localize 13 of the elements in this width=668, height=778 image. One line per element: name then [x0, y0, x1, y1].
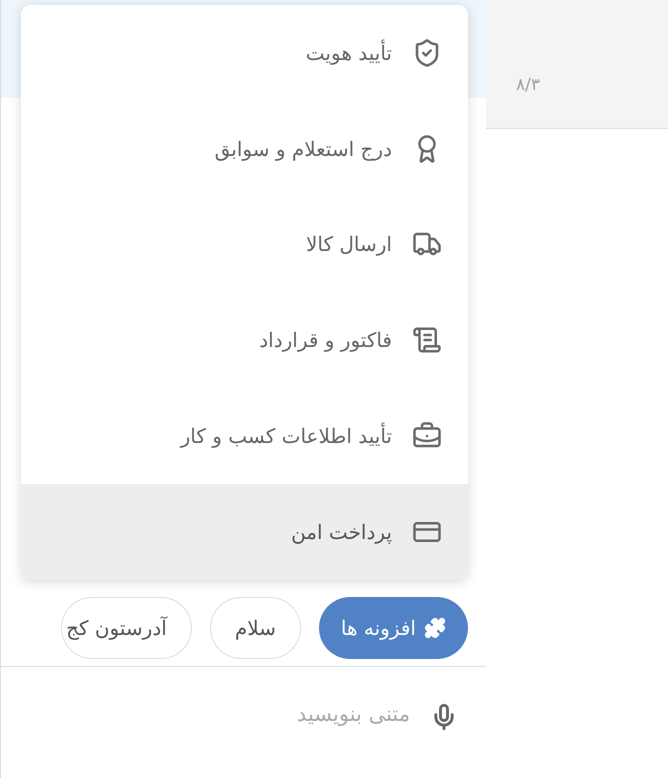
- plugins-button[interactable]: افزونه ها: [318, 597, 468, 659]
- puzzle-icon: [424, 617, 446, 639]
- message-time: ۸/۳: [516, 74, 540, 96]
- menu-item[interactable]: تأیید اطلاعات کسب و کار: [21, 388, 468, 484]
- suggestion-chip[interactable]: آدرستون کج: [61, 597, 192, 659]
- menu-item[interactable]: ارسال کالا: [21, 196, 468, 292]
- menu-item[interactable]: پرداخت امن: [21, 484, 468, 580]
- menu-item[interactable]: درج استعلام و سوابق: [21, 100, 468, 197]
- message-input[interactable]: متنی بنویسید: [110, 699, 410, 730]
- menu-item[interactable]: فاکتور و قرارداد: [21, 292, 468, 388]
- menu-item[interactable]: تأیید هویت: [21, 5, 468, 101]
- suggestion-chip[interactable]: سلام: [210, 597, 301, 659]
- scroll-icon: [412, 325, 442, 356]
